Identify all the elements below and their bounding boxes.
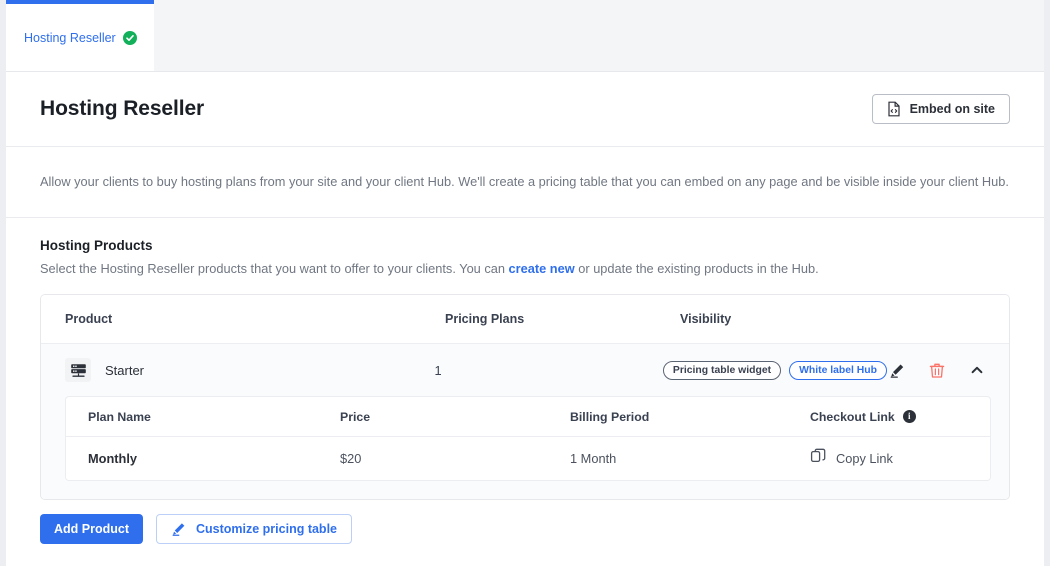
customize-pricing-table-button[interactable]: Customize pricing table [156,514,352,545]
footer-actions: Add Product Customize pricing table [40,500,1010,545]
column-header-billing-period: Billing Period [570,409,650,424]
tab-label: Hosting Reseller [24,30,116,45]
chevron-up-icon[interactable] [967,360,987,380]
list-item: Monthly $20 1 Month Copy Link [66,437,990,481]
create-new-link[interactable]: create new [509,261,575,276]
section-subtitle-part-1: Select the Hosting Reseller products tha… [40,260,509,276]
products-table-header: Product Pricing Plans Visibility [41,295,1009,345]
copy-icon [810,448,827,470]
right-edge-strip [1044,0,1050,566]
plan-billing-period: 1 Month [570,451,617,467]
plan-name: Monthly [88,451,138,467]
pricing-plans-count: 1 [434,362,442,378]
column-header-visibility: Visibility [680,312,732,327]
info-circle-icon[interactable]: i [902,410,916,424]
hosting-products-section: Hosting Products Select the Hosting Rese… [6,216,1044,545]
server-rack-icon [65,358,91,383]
plans-panel: Plan Name Price Billing Period Checkout … [41,396,1009,500]
section-subtitle-part-2: or update the existing products in the H… [574,260,819,276]
embed-code-file-icon [887,101,901,117]
status-badge-white-label-hub: White label Hub [789,360,887,380]
column-header-product: Product [65,312,113,327]
pencil-edit-icon [171,521,187,537]
main-card: Hosting Reseller Embed on site Allow you… [6,71,1044,566]
pencil-edit-icon[interactable] [887,360,907,380]
column-header-pricing-plans: Pricing Plans [445,312,525,327]
row-actions [887,360,991,380]
description-band: Allow your clients to buy hosting plans … [6,147,1044,217]
add-product-button[interactable]: Add Product [40,514,143,545]
section-subtitle: Select the Hosting Reseller products tha… [40,260,1010,279]
plans-table: Plan Name Price Billing Period Checkout … [65,396,991,482]
embed-on-site-label: Embed on site [909,102,995,116]
product-name: Starter [105,362,145,378]
section-title: Hosting Products [40,237,153,253]
copy-link-label: Copy Link [836,451,893,467]
table-row[interactable]: Starter 1 Pricing table widget White lab… [41,344,1009,397]
products-table: Product Pricing Plans Visibility Starter… [40,294,1010,501]
page-header: Hosting Reseller Embed on site [6,72,1044,146]
column-header-price: Price [340,409,371,424]
column-header-checkout-link-label: Checkout Link [810,409,895,424]
visibility-cell: Pricing table widget White label Hub [662,360,887,380]
plans-table-header: Plan Name Price Billing Period Checkout … [66,397,990,438]
customize-pricing-table-label: Customize pricing table [196,522,337,537]
plan-price: $20 [340,451,362,467]
page-title: Hosting Reseller [40,97,205,120]
status-badge-pricing-table-widget: Pricing table widget [662,360,782,380]
page-description: Allow your clients to buy hosting plans … [40,174,1009,189]
column-header-plan-name: Plan Name [88,409,151,424]
tab-strip: Hosting Reseller [6,0,1044,71]
trash-delete-icon[interactable] [927,360,947,380]
tab-hosting-reseller[interactable]: Hosting Reseller [6,0,154,71]
embed-on-site-button[interactable]: Embed on site [871,94,1010,124]
check-circle-icon [122,30,137,45]
product-cell: Starter [65,358,434,383]
info-circle-glyph: i [907,411,911,422]
column-header-checkout-link: Checkout Link i [810,410,968,424]
hosting-reseller-page: Hosting Reseller Hosting Reseller Embed … [0,0,1050,566]
copy-link-button[interactable]: Copy Link [810,448,968,470]
